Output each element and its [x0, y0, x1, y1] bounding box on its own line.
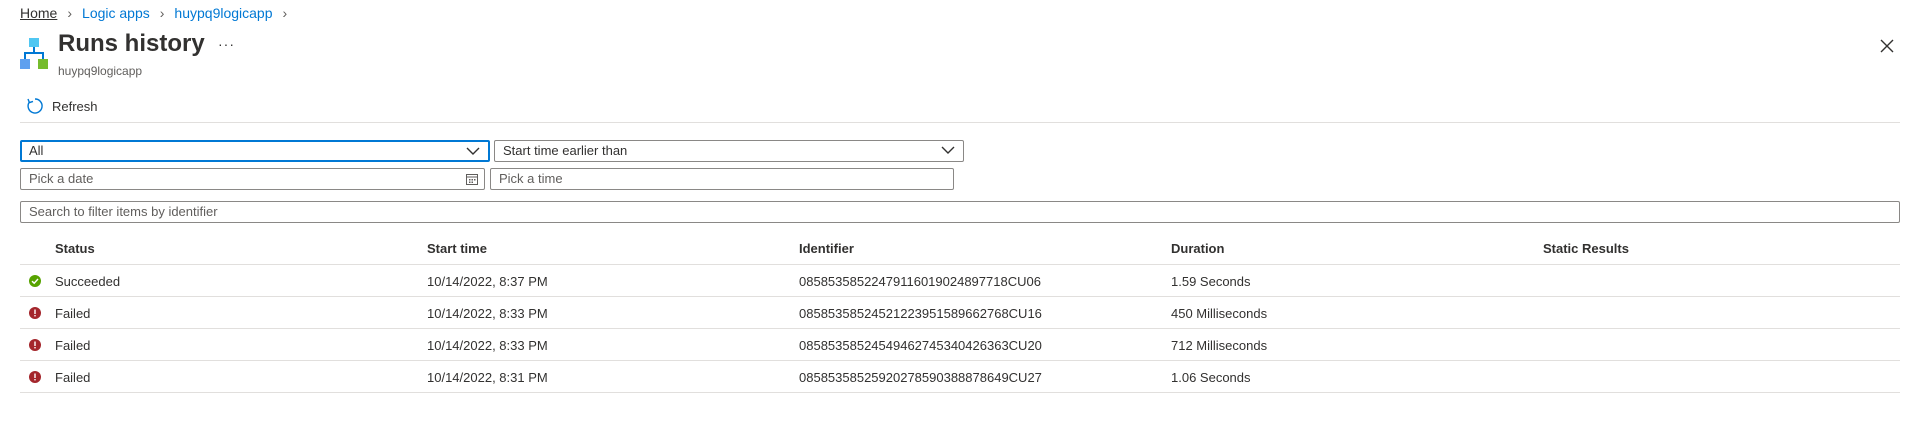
column-header-start-time[interactable]: Start time: [427, 241, 487, 256]
page-subtitle: huypq9logicapp: [58, 64, 143, 78]
row-duration: 1.59 Seconds: [1171, 274, 1251, 289]
row-identifier: 08585358524521223951589662768CU16: [799, 306, 1042, 321]
date-picker-placeholder: Pick a date: [29, 171, 94, 186]
toolbar-divider: [20, 122, 1900, 123]
time-filter-dropdown[interactable]: Start time earlier than: [494, 140, 964, 162]
row-status: Failed: [55, 338, 91, 353]
chevron-right-icon: ›: [159, 5, 165, 21]
row-duration: 1.06 Seconds: [1171, 370, 1251, 385]
row-duration: 712 Milliseconds: [1171, 338, 1268, 353]
chevron-right-icon: ›: [282, 5, 288, 21]
chevron-right-icon: ›: [67, 5, 73, 21]
breadcrumb-logicapp[interactable]: huypq9logicapp: [174, 5, 272, 21]
breadcrumb-home[interactable]: Home: [20, 5, 57, 21]
time-picker-placeholder: Pick a time: [499, 171, 563, 186]
column-header-identifier[interactable]: Identifier: [799, 241, 854, 256]
row-status: Succeeded: [55, 274, 121, 289]
logic-app-icon: [20, 38, 48, 69]
column-header-static-results[interactable]: Static Results: [1543, 241, 1629, 256]
error-icon: [29, 371, 41, 383]
status-filter-dropdown[interactable]: All: [20, 140, 490, 162]
chevron-down-icon: [466, 147, 480, 155]
time-filter-value: Start time earlier than: [503, 143, 628, 158]
row-identifier: 08585358522479116019024897718CU06: [799, 274, 1041, 289]
row-identifier: 08585358524549462745340426363CU20: [799, 338, 1042, 353]
refresh-icon: [27, 98, 43, 114]
breadcrumb-logic-apps[interactable]: Logic apps: [82, 5, 150, 21]
status-filter-value: All: [29, 143, 44, 158]
breadcrumb: Home › Logic apps › huypq9logicapp ›: [20, 3, 287, 23]
row-start-time: 10/14/2022, 8:33 PM: [427, 306, 548, 321]
column-header-status[interactable]: Status: [55, 241, 95, 256]
row-start-time: 10/14/2022, 8:33 PM: [427, 338, 548, 353]
more-options-button[interactable]: ···: [218, 36, 235, 52]
column-header-duration[interactable]: Duration: [1171, 241, 1224, 256]
row-status: Failed: [55, 306, 91, 321]
success-icon: [29, 275, 41, 287]
page-title: Runs history: [58, 30, 205, 57]
row-status: Failed: [55, 370, 91, 385]
row-identifier: 08585358525920278590388878649CU27: [799, 370, 1042, 385]
row-divider: [20, 392, 1900, 393]
row-start-time: 10/14/2022, 8:37 PM: [427, 274, 548, 289]
identifier-search-input[interactable]: Search to filter items by identifier: [20, 201, 1900, 223]
calendar-icon[interactable]: [466, 173, 478, 185]
error-icon: [29, 339, 41, 351]
time-picker-input[interactable]: Pick a time: [490, 168, 954, 190]
row-duration: 450 Milliseconds: [1171, 306, 1268, 321]
identifier-search-placeholder: Search to filter items by identifier: [29, 204, 218, 219]
close-icon[interactable]: [1880, 39, 1894, 53]
chevron-down-icon: [941, 146, 955, 154]
row-start-time: 10/14/2022, 8:31 PM: [427, 370, 548, 385]
refresh-button[interactable]: Refresh: [26, 96, 98, 116]
error-icon: [29, 307, 41, 319]
date-picker-input[interactable]: Pick a date: [20, 168, 485, 190]
refresh-label: Refresh: [52, 98, 98, 114]
